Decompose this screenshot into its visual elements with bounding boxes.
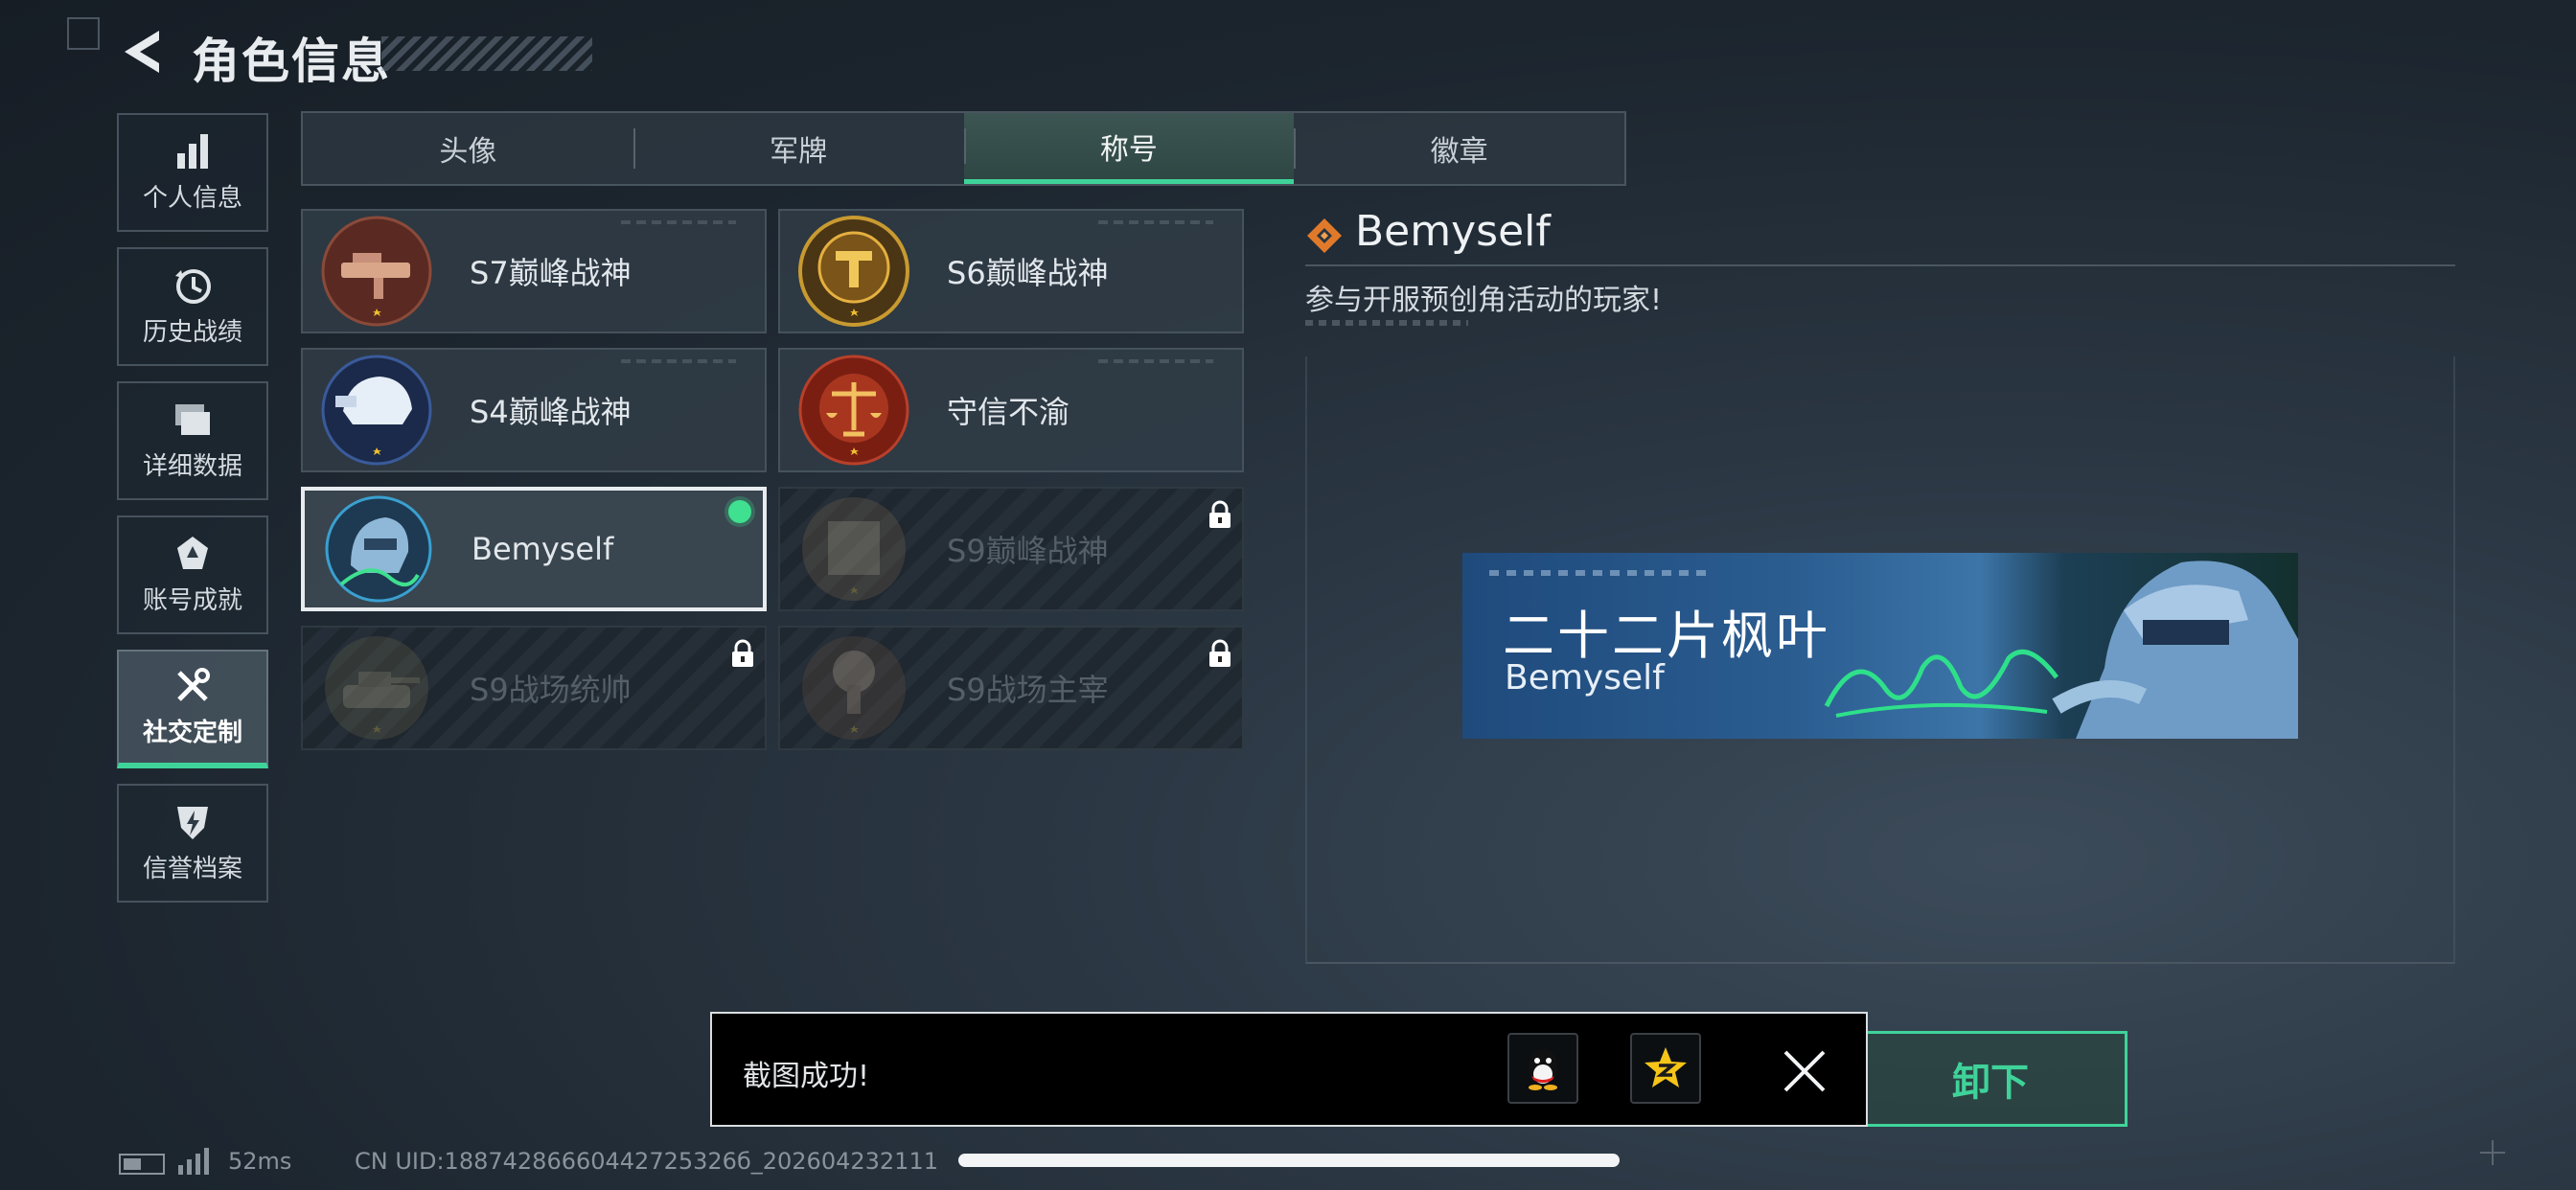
- card-decoration: [1098, 359, 1213, 363]
- nav-item-detailed-data[interactable]: 详细数据: [117, 381, 268, 500]
- tab-badge[interactable]: 徽章: [1294, 113, 1624, 184]
- nav-item-reputation[interactable]: 信誉档案: [117, 784, 268, 903]
- title-label: S4巅峰战神: [470, 394, 632, 430]
- share-qzone-button[interactable]: [1630, 1033, 1701, 1104]
- title-card-locked[interactable]: S9战场统帅: [301, 626, 767, 750]
- category-tabs: 头像 军牌 称号 徽章: [301, 111, 1626, 186]
- tab-title[interactable]: 称号: [963, 113, 1295, 184]
- explosion-emblem-icon: [797, 631, 910, 744]
- nav-label: 信誉档案: [142, 854, 242, 883]
- title-decoration: [381, 36, 592, 71]
- achievement-icon: [173, 535, 212, 573]
- signal-icon: [176, 1148, 215, 1177]
- nav-item-achievements[interactable]: 账号成就: [117, 515, 268, 634]
- home-indicator[interactable]: [958, 1154, 1620, 1167]
- lock-icon: [1208, 639, 1232, 668]
- close-toast-button[interactable]: [1778, 1044, 1831, 1098]
- title-card-locked[interactable]: S9巅峰战神: [778, 487, 1244, 611]
- back-button[interactable]: [117, 27, 165, 77]
- nav-item-match-history[interactable]: 历史战绩: [117, 247, 268, 366]
- title-card-selected[interactable]: Bemyself: [301, 487, 767, 611]
- lock-icon: [1208, 500, 1232, 529]
- battery-icon: [119, 1154, 165, 1175]
- player-uid: CN UID:18874286660442725326б_20260423211…: [355, 1148, 938, 1175]
- card-decoration: [1098, 220, 1213, 224]
- description-decoration: [1305, 320, 1468, 326]
- card-decoration: [621, 220, 736, 224]
- s7-emblem-icon: [320, 215, 433, 328]
- page-title: 角色信息: [192, 34, 391, 89]
- bar-chart-icon: [173, 132, 212, 171]
- s9-emblem-icon: [797, 492, 910, 606]
- equipped-indicator: [728, 500, 751, 523]
- title-label: Bemyself: [472, 531, 614, 567]
- detail-description: 参与开服预创角活动的玩家!: [1305, 284, 1663, 317]
- ping-readout: 52ms: [228, 1148, 292, 1175]
- card-decoration: [621, 359, 736, 363]
- nav-label: 个人信息: [142, 183, 242, 213]
- title-label: S9战场统帅: [470, 672, 632, 708]
- divider: [1305, 264, 2455, 266]
- diamond-icon: [1305, 217, 1344, 255]
- banner-subtitle: Bemyself: [1505, 658, 1665, 698]
- clock-icon: [173, 266, 212, 305]
- screenshot-toast: 截图成功!: [710, 1012, 1868, 1127]
- nav-label: 详细数据: [142, 451, 242, 481]
- bemyself-emblem-icon: [322, 492, 435, 606]
- title-label: S9巅峰战神: [947, 533, 1109, 569]
- nav-label: 社交定制: [142, 718, 242, 747]
- nav-label: 历史战绩: [142, 317, 242, 347]
- shield-bolt-icon: [173, 803, 212, 841]
- title-card-locked[interactable]: S9战场主宰: [778, 626, 1244, 750]
- title-label: S7巅峰战神: [470, 255, 632, 291]
- tab-avatar[interactable]: 头像: [303, 113, 633, 184]
- banner-decoration: [1489, 570, 1710, 576]
- title-card[interactable]: 守信不渝: [778, 348, 1244, 472]
- tab-dog-tag[interactable]: 军牌: [632, 113, 964, 184]
- title-banner-preview: 二十二片枫叶 Bemyself: [1462, 553, 2298, 739]
- scales-emblem-icon: [797, 354, 910, 467]
- close-icon: [1783, 1050, 1826, 1092]
- crosshair-icon: [2480, 1140, 2505, 1165]
- s6-emblem-icon: [797, 215, 910, 328]
- tools-icon: [173, 667, 212, 705]
- signature-graffiti-icon: [1824, 649, 2058, 718]
- detail-title-name: Bemyself: [1355, 207, 1551, 256]
- title-card[interactable]: S6巅峰战神: [778, 209, 1244, 333]
- s4-emblem-icon: [320, 354, 433, 467]
- nav-item-personal-info[interactable]: 个人信息: [117, 113, 268, 232]
- qq-icon: [1529, 1049, 1557, 1090]
- title-label: S6巅峰战神: [947, 255, 1109, 291]
- tank-emblem-icon: [320, 631, 433, 744]
- toast-message: 截图成功!: [743, 1060, 870, 1093]
- title-card[interactable]: S7巅峰战神: [301, 209, 767, 333]
- share-qq-button[interactable]: [1507, 1033, 1578, 1104]
- folder-icon: [173, 400, 212, 439]
- lock-icon: [730, 639, 755, 668]
- title-label: S9战场主宰: [947, 672, 1109, 708]
- back-arrow-icon: [125, 31, 159, 73]
- qzone-icon: [1644, 1047, 1687, 1087]
- title-label: 守信不渝: [947, 394, 1070, 430]
- corner-square: [67, 17, 100, 50]
- nav-label: 账号成就: [142, 585, 242, 615]
- nav-item-social-custom[interactable]: 社交定制: [117, 650, 268, 768]
- title-card[interactable]: S4巅峰战神: [301, 348, 767, 472]
